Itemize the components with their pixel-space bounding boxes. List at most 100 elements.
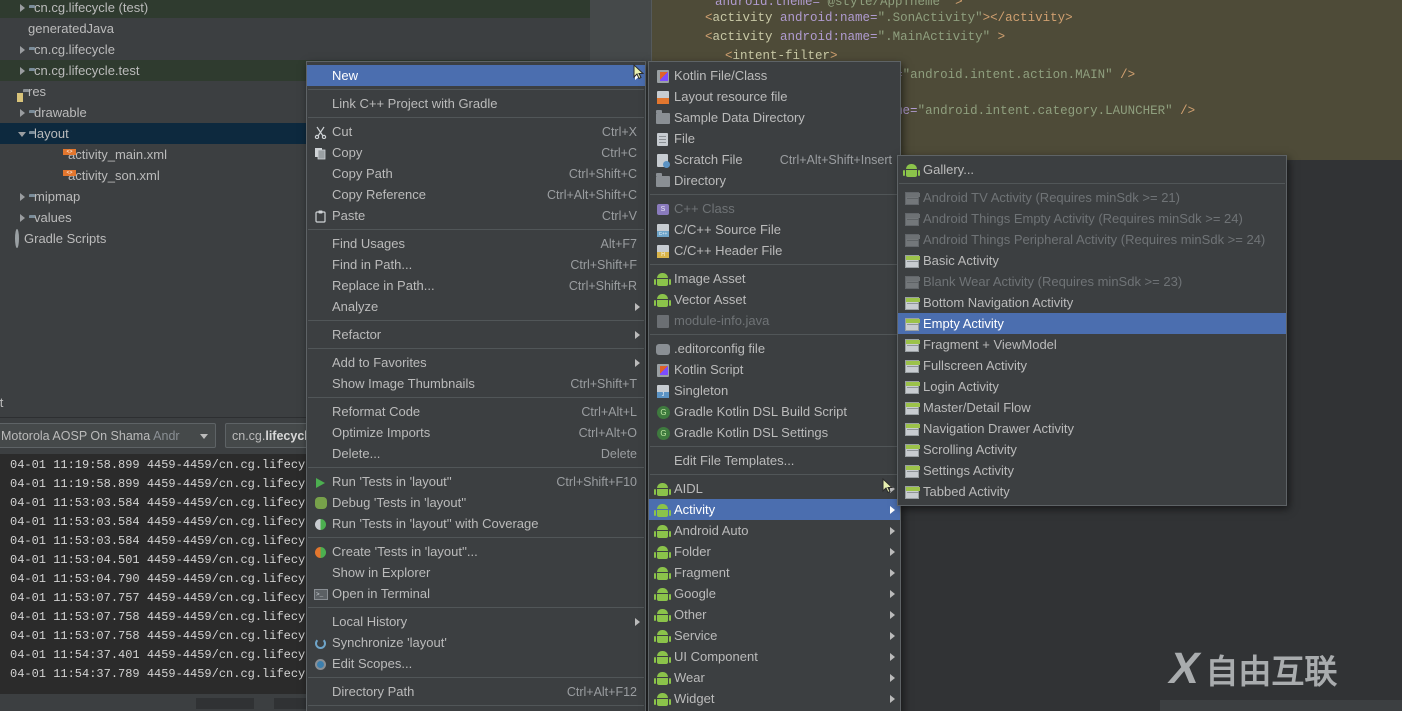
menu-item[interactable]: >_ Open in Terminal: [307, 583, 645, 604]
activity-submenu[interactable]: Gallery... Android TV Activity (Requires …: [897, 155, 1287, 506]
directory-icon: [656, 109, 670, 124]
menu-item[interactable]: Copy Path Ctrl+Shift+C: [307, 163, 645, 184]
menu-item-icon: [652, 292, 674, 308]
menu-item[interactable]: .editorconfig file: [649, 338, 900, 359]
menu-item[interactable]: Basic Activity: [898, 250, 1286, 271]
menu-item[interactable]: Login Activity: [898, 376, 1286, 397]
menu-item-icon: [652, 544, 674, 560]
tree-item[interactable]: cn.cg.lifecycle: [0, 39, 590, 60]
menu-item[interactable]: Android Auto: [649, 520, 900, 541]
menu-item[interactable]: Settings Activity: [898, 460, 1286, 481]
menu-item[interactable]: Find in Path... Ctrl+Shift+F: [307, 254, 645, 275]
menu-item[interactable]: Fragment: [649, 562, 900, 583]
chevron-right-icon[interactable]: [16, 106, 29, 119]
menu-item[interactable]: Android TV Activity (Requires minSdk >= …: [898, 187, 1286, 208]
menu-item[interactable]: Service: [649, 625, 900, 646]
menu-item[interactable]: Cut Ctrl+X: [307, 121, 645, 142]
menu-item-icon: [310, 299, 332, 315]
menu-item-label: Directory Path: [332, 684, 415, 699]
menu-item[interactable]: AIDL: [649, 478, 900, 499]
chevron-right-icon[interactable]: [16, 190, 29, 203]
menu-item[interactable]: Gallery...: [898, 159, 1286, 180]
menu-item[interactable]: Singleton: [649, 380, 900, 401]
menu-item[interactable]: Create 'Tests in 'layout''...: [307, 541, 645, 562]
chevron-right-icon[interactable]: [16, 64, 29, 77]
menu-item[interactable]: Debug 'Tests in 'layout'': [307, 492, 645, 513]
menu-item[interactable]: Copy Reference Ctrl+Alt+Shift+C: [307, 184, 645, 205]
menu-item[interactable]: Other: [649, 604, 900, 625]
menu-item[interactable]: G Gradle Kotlin DSL Build Script: [649, 401, 900, 422]
menu-item[interactable]: G Gradle Kotlin DSL Settings: [649, 422, 900, 443]
menu-item[interactable]: Local History: [307, 611, 645, 632]
menu-item[interactable]: C/C++ Source File: [649, 219, 900, 240]
menu-item[interactable]: Scrolling Activity: [898, 439, 1286, 460]
menu-item[interactable]: Show in Explorer: [307, 562, 645, 583]
menu-item[interactable]: Add to Favorites: [307, 352, 645, 373]
menu-item[interactable]: Image Asset: [649, 268, 900, 289]
module-info-icon: [657, 314, 669, 328]
menu-item[interactable]: Synchronize 'layout': [307, 632, 645, 653]
menu-item[interactable]: C/C++ Header File: [649, 240, 900, 261]
menu-item[interactable]: Fragment + ViewModel: [898, 334, 1286, 355]
menu-item[interactable]: Activity: [649, 499, 900, 520]
menu-item[interactable]: Navigation Drawer Activity: [898, 418, 1286, 439]
menu-item[interactable]: Layout resource file: [649, 86, 900, 107]
menu-item[interactable]: Directory Path Ctrl+Alt+F12: [307, 681, 645, 702]
menu-item[interactable]: Directory: [649, 170, 900, 191]
menu-item[interactable]: Edit File Templates...: [649, 450, 900, 471]
menu-item[interactable]: Scratch File Ctrl+Alt+Shift+Insert: [649, 149, 900, 170]
menu-item[interactable]: Paste Ctrl+V: [307, 205, 645, 226]
project-context-menu[interactable]: New Link C++ Project with Gradle Cut Ctrl+X…: [306, 61, 646, 711]
menu-item[interactable]: Wear: [649, 667, 900, 688]
menu-item[interactable]: Vector Asset: [649, 289, 900, 310]
menu-item-shortcut: Ctrl+X: [601, 124, 637, 139]
menu-item[interactable]: Link C++ Project with Gradle: [307, 93, 645, 114]
menu-item[interactable]: module-info.java: [649, 310, 900, 331]
menu-item[interactable]: Empty Activity: [898, 313, 1286, 334]
menu-item[interactable]: Replace in Path... Ctrl+Shift+R: [307, 275, 645, 296]
menu-item[interactable]: Android Things Peripheral Activity (Requ…: [898, 229, 1286, 250]
menu-item-label: Local History: [332, 614, 408, 629]
menu-item-icon: [310, 656, 332, 672]
menu-item[interactable]: Google: [649, 583, 900, 604]
menu-item[interactable]: New: [307, 65, 645, 86]
menu-item[interactable]: S C++ Class: [649, 198, 900, 219]
menu-item-label: Fullscreen Activity: [923, 358, 1028, 373]
menu-item[interactable]: Widget: [649, 688, 900, 709]
menu-item[interactable]: Fullscreen Activity: [898, 355, 1286, 376]
menu-item[interactable]: Run 'Tests in 'layout'' Ctrl+Shift+F10: [307, 471, 645, 492]
menu-item[interactable]: Copy Ctrl+C: [307, 142, 645, 163]
menu-item[interactable]: Sample Data Directory: [649, 107, 900, 128]
menu-item[interactable]: Folder: [649, 541, 900, 562]
menu-item[interactable]: Show Image Thumbnails Ctrl+Shift+T: [307, 373, 645, 394]
tree-item[interactable]: cn.cg.lifecycle (test): [0, 0, 590, 18]
menu-item[interactable]: File: [649, 128, 900, 149]
chevron-right-icon[interactable]: [16, 43, 29, 56]
menu-item[interactable]: Edit Scopes...: [307, 653, 645, 674]
menu-item[interactable]: Refactor: [307, 324, 645, 345]
menu-item[interactable]: Bottom Navigation Activity: [898, 292, 1286, 313]
menu-item[interactable]: Delete... Delete: [307, 443, 645, 464]
tree-item[interactable]: generatedJava: [0, 18, 590, 39]
menu-item[interactable]: Reformat Code Ctrl+Alt+L: [307, 401, 645, 422]
menu-item-label: Show in Explorer: [332, 565, 431, 580]
menu-item[interactable]: Kotlin File/Class: [649, 65, 900, 86]
menu-item[interactable]: Android Things Empty Activity (Requires …: [898, 208, 1286, 229]
chevron-right-icon[interactable]: [16, 1, 29, 14]
new-submenu[interactable]: Kotlin File/Class Layout resource file Sam…: [648, 61, 901, 711]
menu-item[interactable]: Tabbed Activity: [898, 481, 1286, 502]
chevron-right-icon[interactable]: [16, 211, 29, 224]
device-selector[interactable]: Motorola AOSP On Shama Andr: [0, 423, 216, 448]
menu-item[interactable]: Analyze: [307, 296, 645, 317]
menu-item[interactable]: Master/Detail Flow: [898, 397, 1286, 418]
chevron-down-icon[interactable]: [16, 127, 29, 140]
menu-item[interactable]: Optimize Imports Ctrl+Alt+O: [307, 422, 645, 443]
menu-item-label: Vector Asset: [674, 292, 747, 307]
menu-item[interactable]: Run 'Tests in 'layout'' with Coverage: [307, 513, 645, 534]
menu-item[interactable]: Find Usages Alt+F7: [307, 233, 645, 254]
logcat-tab-label[interactable]: cat: [0, 395, 3, 410]
menu-item[interactable]: UI Component: [649, 646, 900, 667]
menu-item-label: Debug 'Tests in 'layout'': [332, 495, 467, 510]
menu-item[interactable]: Blank Wear Activity (Requires minSdk >= …: [898, 271, 1286, 292]
menu-item[interactable]: Kotlin Script: [649, 359, 900, 380]
